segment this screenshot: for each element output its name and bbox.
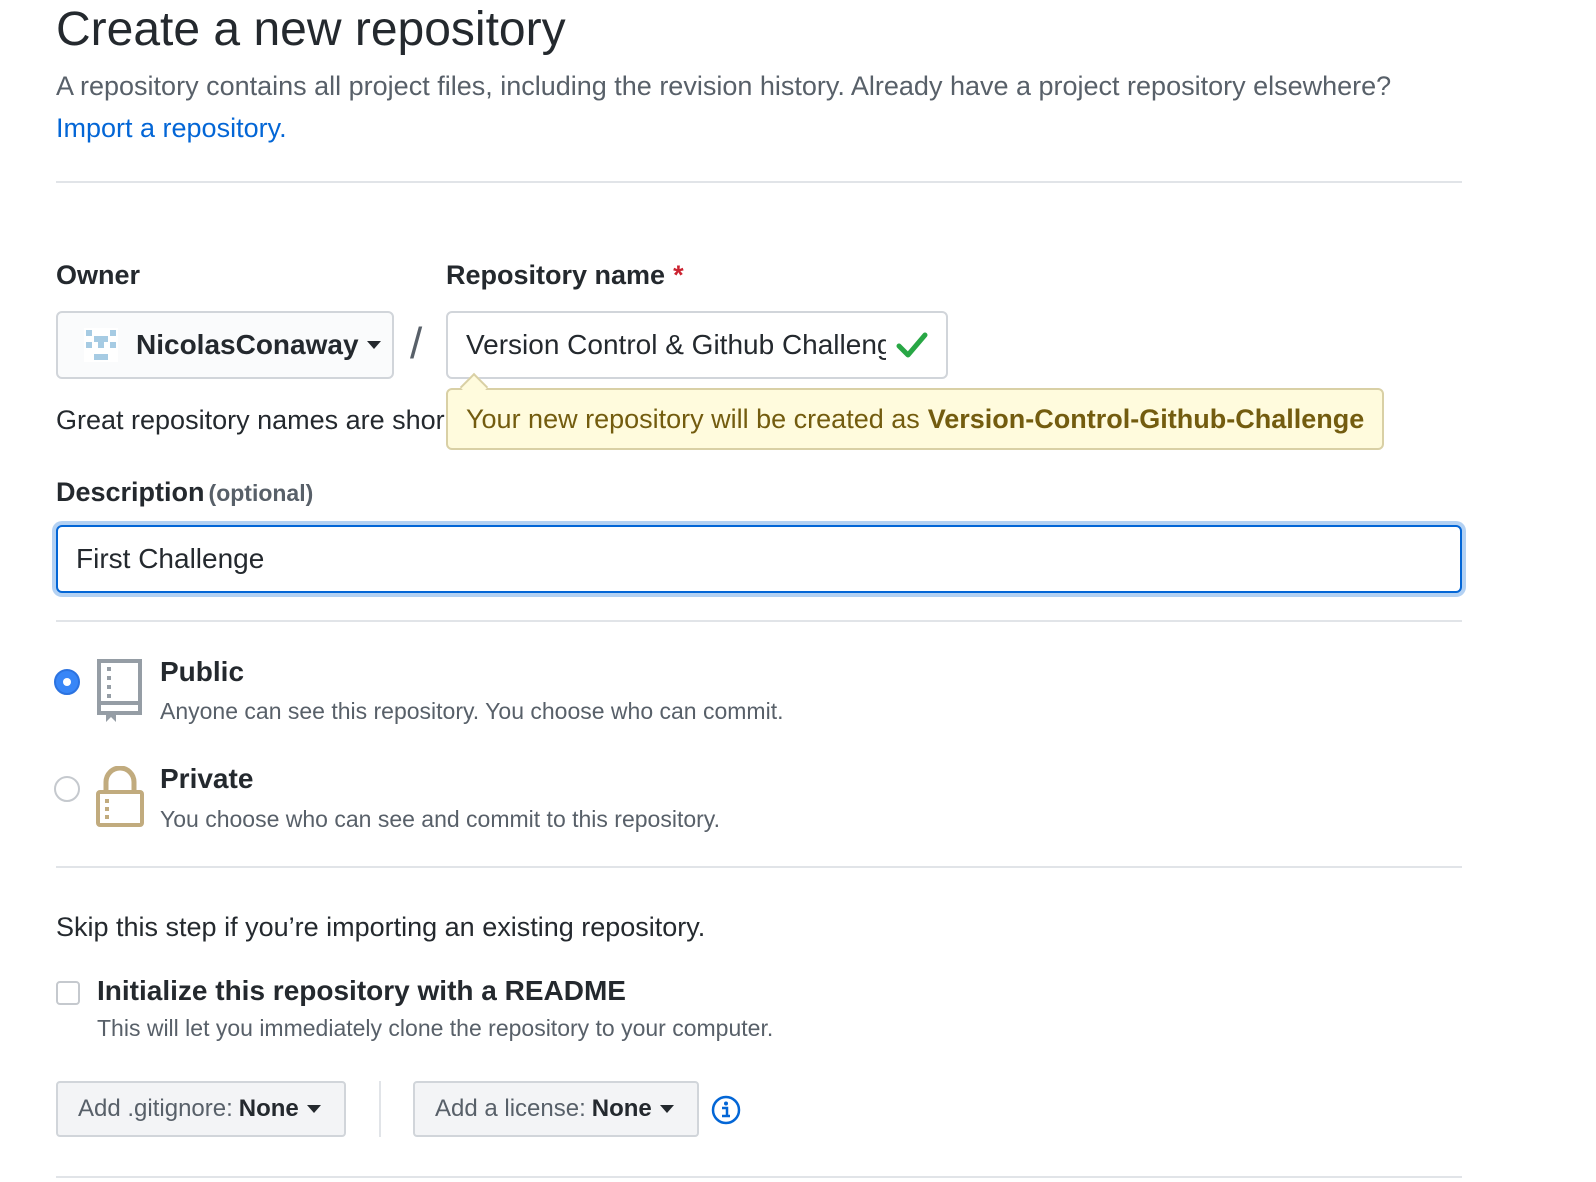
lock-icon [96, 766, 144, 827]
divider [56, 181, 1462, 183]
vertical-divider [379, 1081, 381, 1137]
license-select-button[interactable]: Add a license: None [413, 1081, 699, 1137]
repo-book-icon [97, 659, 142, 722]
chevron-down-icon [659, 1105, 674, 1113]
info-icon[interactable] [711, 1095, 741, 1125]
owner-name: NicolasConaway [136, 329, 359, 360]
private-option-title: Private [160, 763, 254, 794]
license-value: None [591, 1095, 652, 1122]
skip-step-text: Skip this step if you’re importing an ex… [56, 912, 706, 942]
license-label: Add a license: [435, 1095, 586, 1122]
gitignore-select-button[interactable]: Add .gitignore: None [56, 1081, 346, 1137]
repo-name-value: Version Control & Github Challenge [466, 329, 886, 360]
owner-select-button[interactable]: NicolasConaway [56, 311, 394, 379]
repo-name-label-text: Repository name [446, 260, 666, 290]
check-icon [896, 332, 928, 358]
description-input[interactable] [56, 525, 1462, 593]
readme-checkbox[interactable] [56, 981, 80, 1005]
repo-name-tooltip: Your new repository will be created as V… [446, 388, 1385, 450]
page-title: Create a new repository [56, 3, 566, 56]
chevron-down-icon [366, 341, 381, 349]
readme-desc: This will let you immediately clone the … [97, 1015, 774, 1041]
private-option-desc: You choose who can see and commit to thi… [160, 806, 720, 832]
owner-label: Owner [56, 260, 141, 290]
public-option-title: Public [160, 656, 245, 687]
private-radio[interactable] [54, 776, 80, 802]
divider [56, 620, 1462, 622]
readme-label[interactable]: Initialize this repository with a README [97, 975, 626, 1007]
chevron-down-icon [306, 1105, 321, 1113]
public-radio[interactable] [54, 669, 80, 695]
import-repository-link[interactable]: Import a repository. [56, 110, 287, 146]
gitignore-label: Add .gitignore: [78, 1095, 233, 1122]
tooltip-repo-slug: Version-Control-Github-Challenge [927, 403, 1365, 434]
optional-tag: (optional) [208, 480, 314, 506]
repo-name-hint: Great repository names are shor [56, 405, 445, 435]
divider [56, 1176, 1462, 1178]
public-option-desc: Anyone can see this repository. You choo… [160, 698, 784, 724]
required-asterisk: * [673, 260, 684, 290]
description-label-text: Description [56, 477, 205, 507]
divider [56, 866, 1462, 868]
description-label: Description (optional) [56, 475, 313, 510]
owner-repo-separator: / [410, 319, 423, 368]
repo-name-label: Repository name * [446, 258, 684, 292]
tooltip-prefix: Your new repository will be created as [466, 403, 920, 434]
gitignore-value: None [238, 1095, 299, 1122]
repo-name-input[interactable]: Version Control & Github Challenge [446, 311, 948, 379]
identicon-avatar [84, 328, 118, 362]
page-intro: A repository contains all project files,… [56, 71, 1392, 101]
